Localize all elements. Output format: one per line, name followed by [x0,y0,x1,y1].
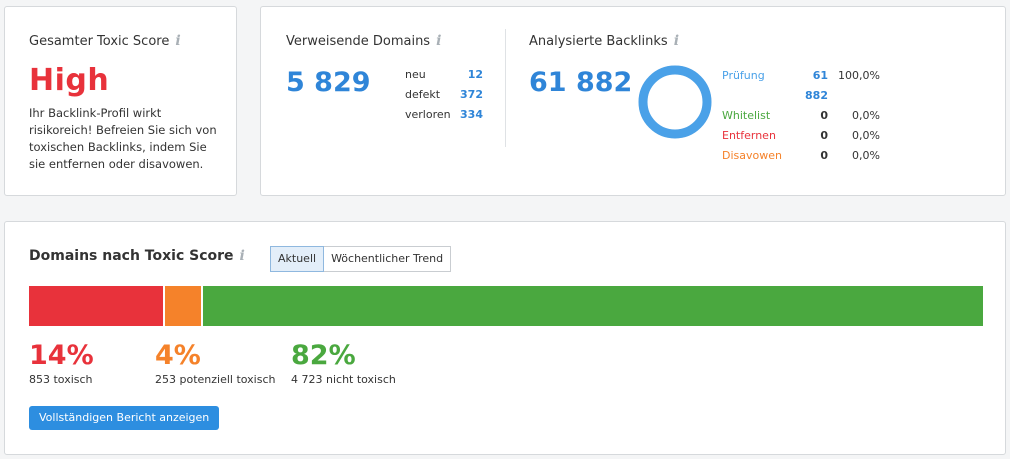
analyzed-backlinks-title-row: Analysierte Backlinks i [529,33,679,49]
referring-domains-title: Verweisende Domains [286,34,431,49]
toxic-score-description: Ihr Backlink-Profil wirkt risikoreich! B… [29,106,217,171]
stat-value[interactable]: 334 [453,105,483,125]
legend-pct: 100,0% [838,69,880,82]
pct-label[interactable]: 853 toxisch [29,373,94,386]
referring-domains-title-row: Verweisende Domains i [286,33,441,49]
legend-label[interactable]: Entfernen [722,126,786,146]
legend-pct: 0,0% [852,129,880,142]
legend-row-disavowen[interactable]: Disavowen 0 0,0% [722,146,880,166]
analyzed-backlinks-total: 61 882 [529,67,633,98]
legend-row-entfernen[interactable]: Entfernen 0 0,0% [722,126,880,146]
legend-label[interactable]: Disavowen [722,146,786,166]
stat-value[interactable]: 12 [453,65,483,85]
tab-aktuell[interactable]: Aktuell [270,246,325,272]
section-divider [505,29,506,147]
stat-value[interactable]: 372 [453,85,483,105]
legend-label[interactable]: Prüfung [722,66,786,106]
legend-value: 0 [820,109,828,122]
legend-row-whitelist[interactable]: Whitelist 0 0,0% [722,106,880,126]
pct-value: 14% [29,340,94,371]
view-tabs: Aktuell Wöchentlicher Trend [270,246,452,272]
legend-value: 0 [820,129,828,142]
info-icon[interactable]: i [674,33,679,49]
pct-value: 4% [155,340,201,371]
legend-pct: 0,0% [852,149,880,162]
toxic-score-bar [29,286,983,326]
domains-by-score-title-row: Domains nach Toxic Score i [29,248,245,264]
analyzed-backlinks-title: Analysierte Backlinks [529,34,668,49]
bar-segment-potentially-toxic[interactable] [162,286,201,326]
stat-row-broken: defekt 372 [405,85,483,105]
legend-value: 61 882 [805,69,828,102]
stat-label: neu [405,68,426,81]
bar-segment-toxic[interactable] [29,286,163,326]
pct-block-toxic: 14% 853 toxisch [29,340,94,386]
stat-row-lost: verloren 334 [405,105,483,125]
stat-label: verloren [405,108,451,121]
pct-value: 82% [291,340,356,371]
domains-by-score-card: Domains nach Toxic Score i Aktuell Wöchen… [4,221,1006,455]
info-icon[interactable]: i [436,33,441,49]
legend-label[interactable]: Whitelist [722,106,786,126]
stat-row-new: neu 12 [405,65,483,85]
info-icon[interactable]: i [175,33,180,49]
backlinks-legend: Prüfung 61 882 100,0% Whitelist 0 0,0% E… [722,66,880,166]
pct-block-not-toxic: 82% 4 723 nicht toxisch [291,340,396,386]
domains-by-score-title: Domains nach Toxic Score [29,248,234,264]
toxic-score-level: High [29,63,110,98]
pct-label[interactable]: 253 potenziell toxisch [155,373,275,386]
tab-weekly-trend[interactable]: Wöchentlicher Trend [324,246,452,272]
full-report-button[interactable]: Vollständigen Bericht anzeigen [29,406,220,430]
bar-segment-not-toxic[interactable] [200,286,983,326]
legend-value: 0 [820,149,828,162]
backlinks-overview-card: Verweisende Domains i 5 829 neu 12 defekt… [260,6,1006,196]
info-icon[interactable]: i [240,248,245,264]
pct-block-potentially-toxic: 4% 253 potenziell toxisch [155,340,275,386]
stat-label: defekt [405,88,441,101]
referring-domains-stats: neu 12 defekt 372 verloren 334 [405,65,483,125]
toxic-score-card: Gesamter Toxic Score i High Ihr Backlink-… [4,6,237,196]
pct-label[interactable]: 4 723 nicht toxisch [291,373,396,386]
legend-row-pruefung[interactable]: Prüfung 61 882 100,0% [722,66,880,106]
toxic-score-title: Gesamter Toxic Score [29,34,170,49]
donut-arc-pruefung [638,65,712,139]
referring-domains-total[interactable]: 5 829 [286,67,371,98]
legend-pct: 0,0% [852,109,880,122]
toxic-score-title-row: Gesamter Toxic Score i [29,33,181,49]
backlinks-donut-chart [638,65,712,139]
